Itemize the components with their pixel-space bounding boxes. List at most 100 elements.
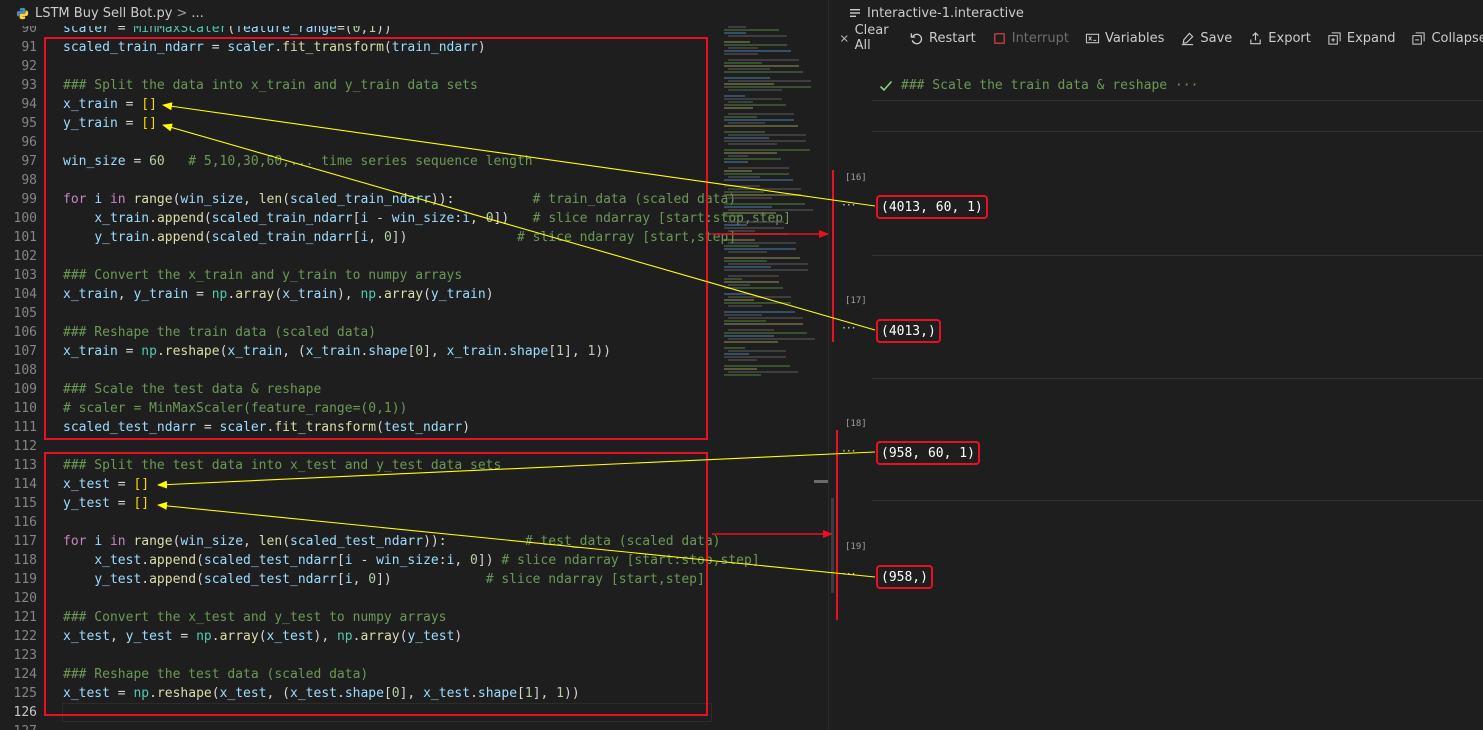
minimap-line [724, 65, 799, 67]
code-line[interactable]: 107 x_train = np.reshape(x_train, (x_trai… [0, 342, 720, 361]
minimap-line [728, 167, 789, 169]
code-line[interactable]: 110 # scaler = MinMaxScaler(feature_range… [0, 399, 720, 418]
code-line[interactable]: 118 x_test.append(scaled_test_ndarr[i - … [0, 551, 760, 570]
minimap-line [724, 149, 810, 151]
code-token: = [109, 477, 134, 492]
code-line[interactable]: 93 ### Split the data into x_train and y_… [0, 76, 720, 95]
code-token: in [109, 192, 126, 207]
code-line[interactable]: 119 y_test.append(scaled_test_ndarr[i, 0… [0, 570, 720, 589]
markdown-cell[interactable]: ### Scale the train data & reshape ··· [879, 78, 1198, 93]
code-line[interactable]: 111 scaled_test_ndarr = scaler.fit_transf… [0, 418, 720, 437]
code-token: x_train [63, 344, 118, 359]
output-ellipsis[interactable]: ··· [842, 198, 856, 212]
code-line[interactable]: 100 x_train.append(scaled_train_ndarr[i … [0, 209, 791, 228]
line-number: 103 [13, 268, 37, 283]
code-token: 0 [383, 230, 392, 245]
code-line[interactable]: 98 [0, 171, 720, 190]
code-line[interactable]: 96 [0, 133, 720, 152]
minimap-line [724, 233, 788, 235]
code-text: scaled_test_ndarr = scaler.fit_transform… [63, 418, 470, 437]
output-ellipsis[interactable]: ··· [842, 444, 856, 458]
code-token: = [109, 686, 134, 701]
code-line[interactable]: 127 [0, 722, 720, 730]
restart-button[interactable]: Restart [909, 31, 976, 46]
output-ellipsis[interactable]: ··· [842, 321, 856, 335]
collapse-all-icon [1412, 31, 1426, 45]
cell-group-marker [836, 430, 838, 620]
code-line[interactable]: 113 ### Split the test data into x_test a… [0, 456, 720, 475]
minimap-line [724, 29, 779, 31]
minimap[interactable] [724, 26, 815, 386]
code-line[interactable]: 122 x_test, y_test = np.array(x_test), np… [0, 627, 720, 646]
editor-scrollbar[interactable] [814, 480, 828, 483]
code-line[interactable]: 108 [0, 361, 720, 380]
code-token: 0 [485, 211, 494, 226]
export-button[interactable]: Export [1248, 31, 1311, 46]
code-line[interactable]: 95 y_train = [] [0, 114, 720, 133]
breadcrumb[interactable]: LSTM Buy Sell Bot.py > ... [0, 0, 828, 26]
clear-all-button[interactable]: Clear All [839, 23, 893, 53]
code-line[interactable]: 92 [0, 57, 720, 76]
breadcrumb-file[interactable]: LSTM Buy Sell Bot.py [35, 6, 172, 21]
code-line[interactable]: 115 y_test = [] [0, 494, 720, 513]
code-line[interactable]: 112 [0, 437, 720, 456]
minimap-line [728, 296, 791, 298]
code-line[interactable]: 114 x_test = [] [0, 475, 720, 494]
minimap-line [724, 77, 770, 79]
breadcrumb-more[interactable]: ... [191, 6, 203, 21]
output-ellipsis[interactable]: ··· [842, 567, 856, 581]
code-line[interactable]: 106 ### Reshape the train data (scaled da… [0, 323, 720, 342]
code-token: ( [274, 287, 283, 302]
code-token: 1 [556, 686, 564, 701]
output-text: (4013,) [881, 323, 936, 339]
output-text: (958, 60, 1) [881, 445, 975, 461]
minimap-line [724, 137, 769, 139]
code-line[interactable]: 94 x_train = [] [0, 95, 720, 114]
collapse-button[interactable]: Collapse [1411, 31, 1483, 46]
code-line[interactable]: 101 y_train.append(scaled_train_ndarr[i,… [0, 228, 737, 247]
code-token: for [63, 534, 87, 549]
code-token: i [94, 192, 103, 207]
code-line[interactable]: 117 for i in range(win_size, len(scaled_t… [0, 532, 721, 551]
code-line[interactable]: 103 ### Convert the x_train and y_train t… [0, 266, 720, 285]
code-line[interactable]: 97 win_size = 60 # 5,10,30,60,... time se… [0, 152, 720, 171]
code-token: ) [477, 40, 486, 55]
minimap-line [724, 332, 807, 334]
code-line[interactable]: 123 [0, 646, 720, 665]
code-line[interactable]: 121 ### Convert the x_test and y_test to … [0, 608, 720, 627]
interrupt-button[interactable]: Interrupt [992, 31, 1069, 46]
code-lines[interactable]: 90 scaler = MinMaxScaler(feature_range=(0… [0, 19, 791, 730]
code-line[interactable]: 124 ### Reshape the test data (scaled dat… [0, 665, 720, 684]
code-editor[interactable]: 90 scaler = MinMaxScaler(feature_range=(0… [0, 0, 828, 730]
code-token: 0 [470, 553, 478, 568]
export-icon [1250, 31, 1262, 44]
minimap-line [724, 83, 774, 85]
code-token: append [149, 553, 197, 568]
code-line[interactable]: 120 [0, 589, 720, 608]
cell-group-marker [832, 170, 834, 342]
code-token: x_train [63, 97, 118, 112]
code-line[interactable]: 125 x_test = np.reshape(x_test, (x_test.s… [0, 684, 720, 703]
minimap-line [728, 305, 762, 307]
minimap-line [724, 32, 746, 34]
code-line[interactable]: 102 [0, 247, 720, 266]
line-number: 106 [13, 325, 37, 340]
code-line[interactable]: 109 ### Scale the test data & reshape [0, 380, 720, 399]
code-line[interactable]: 105 [0, 304, 720, 323]
code-token: x_test [63, 629, 110, 644]
code-text: ### Reshape the test data (scaled data) [63, 665, 368, 684]
code-token: ( [423, 287, 431, 302]
code-token: array [235, 287, 275, 302]
code-line[interactable]: 99 for i in range(win_size, len(scaled_tr… [0, 190, 736, 209]
cell-output: (958, 60, 1) [876, 441, 980, 465]
interactive-window[interactable]: Interactive-1.interactive Clear All Rest… [828, 0, 1483, 730]
minimap-line [724, 248, 796, 250]
expand-button[interactable]: Expand [1327, 31, 1395, 46]
code-token: y_train [430, 287, 486, 302]
code-line[interactable]: 104 x_train, y_train = np.array(x_train),… [0, 285, 720, 304]
save-button[interactable]: Save [1180, 31, 1232, 46]
code-token: len [258, 192, 283, 207]
code-line[interactable]: 91 scaled_train_ndarr = scaler.fit_transf… [0, 38, 720, 57]
variables-button[interactable]: Variables [1085, 31, 1164, 46]
code-line[interactable]: 116 [0, 513, 720, 532]
